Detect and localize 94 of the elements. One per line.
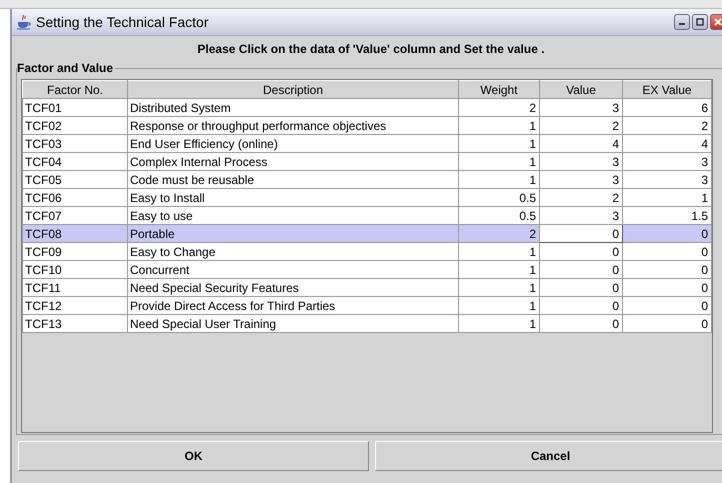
window-title: Setting the Technical Factor	[36, 14, 210, 30]
table-cell: 1	[458, 242, 540, 260]
table-cell: Concurrent	[128, 260, 458, 278]
table-cell[interactable]: 3	[540, 206, 622, 224]
table-cell: 0	[622, 242, 712, 260]
table-cell: 0	[622, 296, 712, 314]
table-row[interactable]: TCF05 Code must be reusable 1 3 3	[22, 170, 712, 188]
minimize-button[interactable]	[674, 14, 690, 30]
table-cell[interactable]: 0	[540, 278, 622, 296]
table-cell: TCF06	[22, 188, 128, 206]
table-cell: 0	[622, 260, 712, 278]
selected-table-row[interactable]: TCF08 Portable 2 0 0	[22, 224, 712, 242]
close-icon	[714, 18, 722, 26]
table-cell: 4	[622, 134, 712, 152]
maximize-button[interactable]	[692, 14, 708, 30]
table-cell: TCF02	[22, 116, 128, 134]
table-cell: TCF12	[22, 296, 128, 314]
table-row[interactable]: TCF02 Response or throughput performance objectives 1 2 2	[22, 116, 712, 134]
table-cell: TCF07	[22, 206, 128, 224]
table-cell[interactable]: 0	[540, 242, 622, 260]
table-cell: 1	[458, 134, 540, 152]
table-cell: 1	[458, 296, 540, 314]
column-header[interactable]: EX Value	[622, 80, 712, 98]
table-cell[interactable]: 0	[540, 314, 622, 332]
table-cell: TCF10	[22, 260, 128, 278]
table-row[interactable]: TCF13 Need Special User Training 1 0 0	[22, 314, 712, 332]
column-header[interactable]: Value	[540, 80, 622, 98]
table-cell: TCF05	[22, 170, 128, 188]
table-row[interactable]: TCF07 Easy to use 0.5 3 1.5	[22, 206, 712, 224]
table-cell: Distributed System	[128, 98, 458, 116]
cancel-button[interactable]: Cancel	[375, 441, 722, 471]
table-cell: 2	[458, 224, 540, 242]
table-cell[interactable]: 0	[540, 296, 622, 314]
close-button[interactable]	[710, 14, 722, 30]
table-cell: 1	[458, 116, 540, 134]
table-cell: TCF09	[22, 242, 128, 260]
table-cell: TCF13	[22, 314, 128, 332]
table-row[interactable]: TCF04 Complex Internal Process 1 3 3	[22, 152, 712, 170]
table-cell: 3	[622, 170, 712, 188]
table-cell: Code must be reusable	[128, 170, 458, 188]
maximize-icon	[696, 18, 704, 26]
table-cell: 0	[622, 314, 712, 332]
value-edit-field[interactable]: 0	[540, 224, 622, 242]
table-cell: 1	[458, 278, 540, 296]
table-row[interactable]: TCF01 Distributed System 2 3 6	[22, 98, 712, 116]
table-cell: TCF01	[22, 98, 128, 116]
table-cell: Response or throughput performance objectives	[128, 116, 458, 134]
table-cell: 3	[622, 152, 712, 170]
table-cell: Provide Direct Access for Third Parties	[128, 296, 458, 314]
table-cell: 1	[458, 152, 540, 170]
table-cell: Need Special User Training	[128, 314, 458, 332]
column-header[interactable]: Factor No.	[22, 80, 128, 98]
column-header[interactable]: Weight	[458, 80, 540, 98]
table-cell: Easy to use	[128, 206, 458, 224]
table-cell: 2	[458, 98, 540, 116]
table-cell: 1	[622, 188, 712, 206]
table-row[interactable]: TCF11 Need Special Security Features 1 0 0	[22, 278, 712, 296]
table-cell: Portable	[128, 224, 458, 242]
table-cell: 6	[622, 98, 712, 116]
table-cell[interactable]: 3	[540, 98, 622, 116]
table-row[interactable]: TCF09 Easy to Change 1 0 0	[22, 242, 712, 260]
table-cell: TCF11	[22, 278, 128, 296]
table-cell: TCF08	[22, 224, 128, 242]
table-cell[interactable]: 2	[540, 188, 622, 206]
table-cell: Easy to Install	[128, 188, 458, 206]
table-cell: 0	[622, 224, 712, 242]
table-cell: 1	[458, 170, 540, 188]
table-cell[interactable]: 2	[540, 116, 622, 134]
table-cell: Easy to Change	[128, 242, 458, 260]
table-row[interactable]: TCF12 Provide Direct Access for Third Parties 1 0 0	[22, 296, 712, 314]
table-row[interactable]: TCF06 Easy to Install 0.5 2 1	[22, 188, 712, 206]
table-row[interactable]: TCF10 Concurrent 1 0 0	[22, 260, 712, 278]
table-cell: 1	[458, 260, 540, 278]
coffee-cup-icon	[16, 14, 32, 30]
table-cell: 2	[622, 116, 712, 134]
column-header[interactable]: Description	[128, 80, 458, 98]
group-title: Factor and Value	[17, 61, 114, 75]
table-cell: 1.5	[622, 206, 712, 224]
table-cell: End User Efficiency (online)	[128, 134, 458, 152]
table-cell[interactable]: 4	[540, 134, 622, 152]
table-cell: Complex Internal Process	[128, 152, 458, 170]
table-cell: TCF04	[22, 152, 128, 170]
table-cell[interactable]: 3	[540, 170, 622, 188]
table-cell: 1	[458, 314, 540, 332]
table-cell: Need Special Security Features	[128, 278, 458, 296]
table-cell: 0.5	[458, 206, 540, 224]
table-cell[interactable]: 3	[540, 152, 622, 170]
table-row[interactable]: TCF03 End User Efficiency (online) 1 4 4	[22, 134, 712, 152]
ok-button[interactable]: OK	[18, 441, 369, 471]
table-cell: 0	[622, 278, 712, 296]
table-cell[interactable]: 0	[540, 260, 622, 278]
table-cell: TCF03	[22, 134, 128, 152]
instruction-text: Please Click on the data of 'Value' column and Set the value .	[196, 41, 546, 58]
table-cell: 0.5	[458, 188, 540, 206]
